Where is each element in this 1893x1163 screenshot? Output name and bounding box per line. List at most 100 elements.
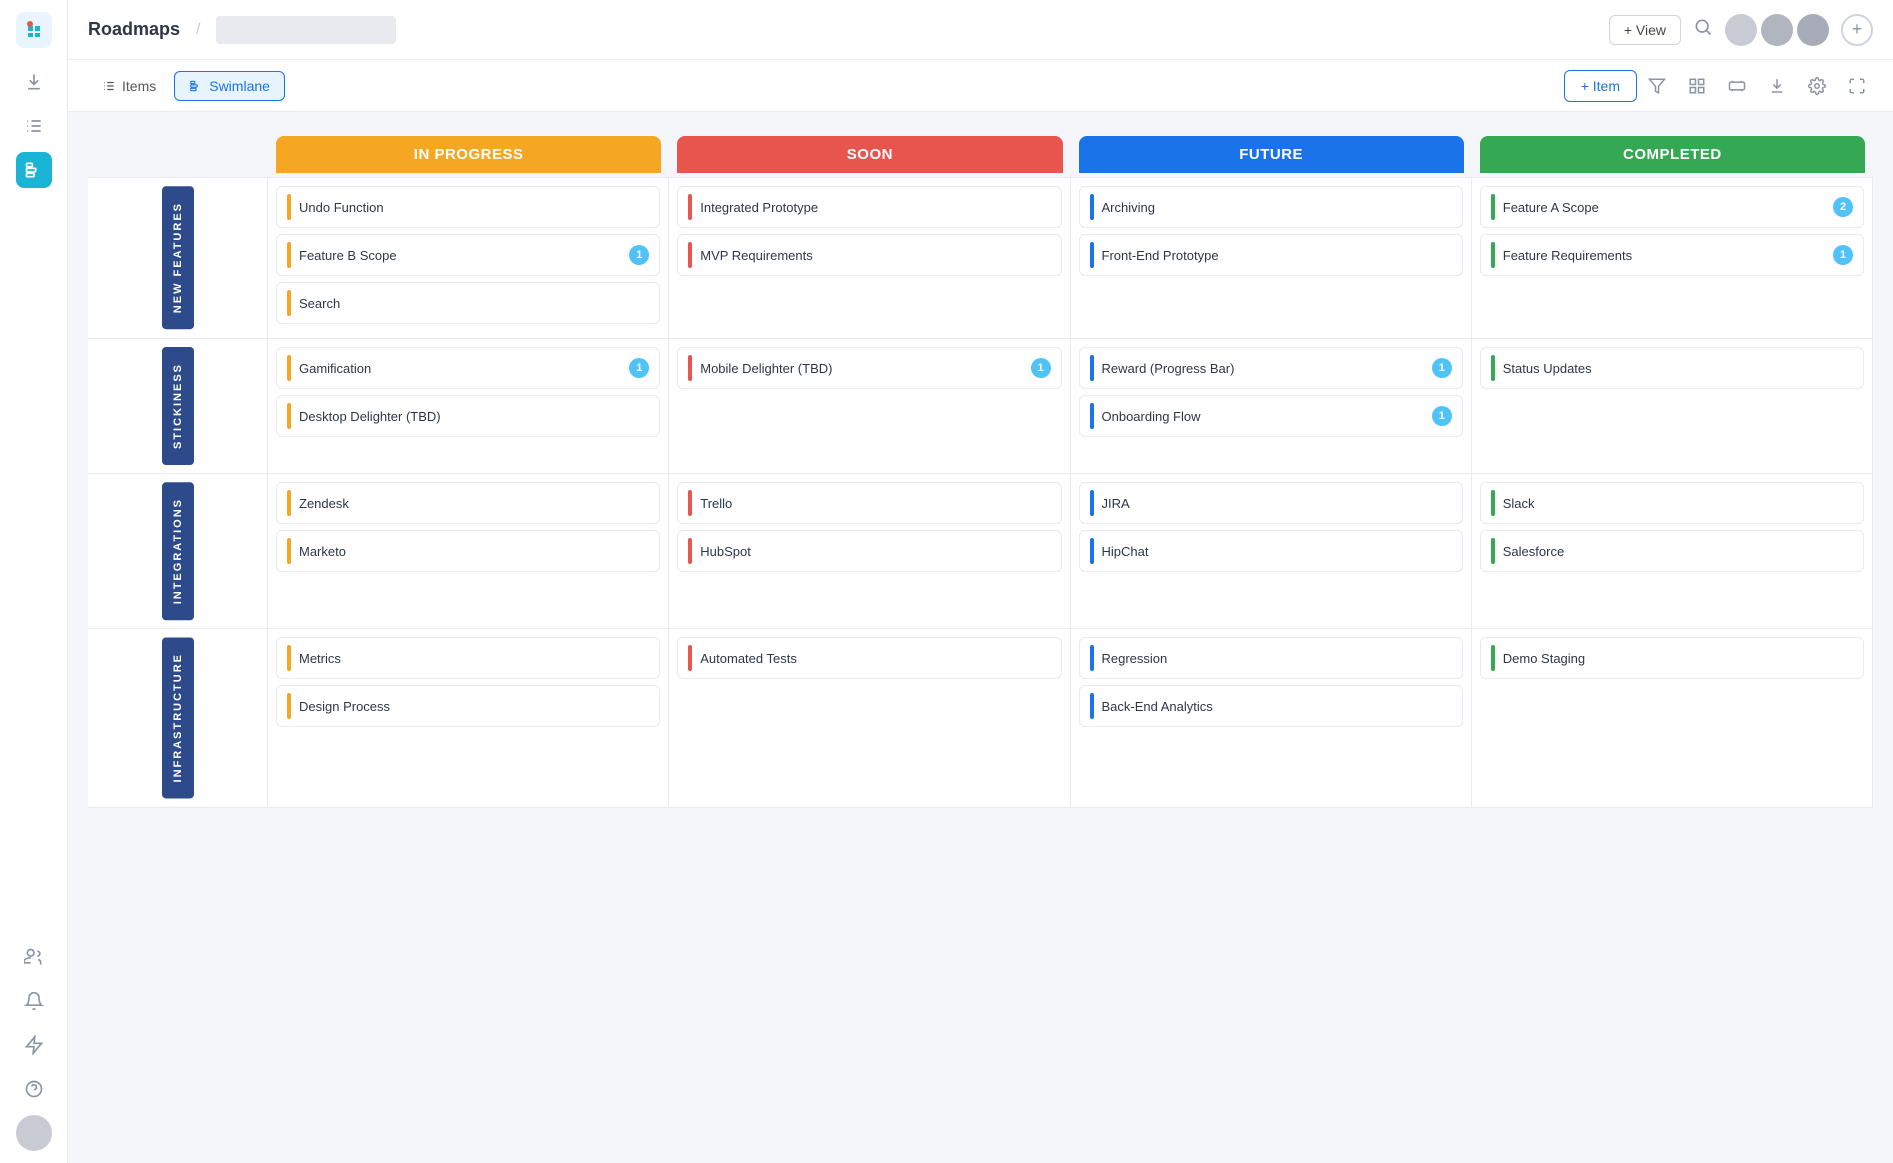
card-badge: 1 — [1432, 358, 1452, 378]
row-label-text-new-features: NEW FEATURES — [162, 186, 194, 329]
add-view-button[interactable]: + View — [1609, 15, 1681, 45]
card-item[interactable]: Slack — [1480, 482, 1864, 524]
app-logo[interactable] — [16, 12, 52, 48]
card-text: Search — [299, 296, 649, 311]
view-settings-icon[interactable] — [1681, 70, 1713, 102]
card-item[interactable]: Front-End Prototype — [1079, 234, 1463, 276]
user-avatar-2[interactable] — [1761, 14, 1793, 46]
card-text: Metrics — [299, 651, 649, 666]
card-accent — [287, 290, 291, 316]
card-accent — [1090, 355, 1094, 381]
cell-integrations-future: JIRA HipChat — [1071, 474, 1472, 629]
card-item[interactable]: Status Updates — [1480, 347, 1864, 389]
card-accent — [688, 538, 692, 564]
sidebar-lightning-icon[interactable] — [16, 1027, 52, 1063]
card-item[interactable]: Back-End Analytics — [1079, 685, 1463, 727]
card-item[interactable]: Feature B Scope1 — [276, 234, 660, 276]
card-item[interactable]: Mobile Delighter (TBD)1 — [677, 347, 1061, 389]
card-accent — [287, 693, 291, 719]
row-label-new-features: NEW FEATURES — [88, 178, 268, 339]
card-accent — [1090, 693, 1094, 719]
card-accent — [688, 490, 692, 516]
sidebar-download-icon[interactable] — [16, 64, 52, 100]
card-text: HubSpot — [700, 544, 1050, 559]
card-text: Onboarding Flow — [1102, 409, 1424, 424]
sidebar-list-icon[interactable] — [16, 108, 52, 144]
card-item[interactable]: HubSpot — [677, 530, 1061, 572]
cell-new-features-completed: Feature A Scope2 Feature Requirements1 — [1472, 178, 1873, 339]
cell-new-features-soon: Integrated Prototype MVP Requirements — [669, 178, 1070, 339]
card-accent — [688, 645, 692, 671]
card-item[interactable]: Automated Tests — [677, 637, 1061, 679]
card-item[interactable]: Feature Requirements1 — [1480, 234, 1864, 276]
card-badge: 1 — [1432, 406, 1452, 426]
card-item[interactable]: Archiving — [1079, 186, 1463, 228]
cell-stickiness-completed: Status Updates — [1472, 339, 1873, 474]
card-item[interactable]: Regression — [1079, 637, 1463, 679]
collapse-icon[interactable] — [1721, 70, 1753, 102]
fullscreen-icon[interactable] — [1841, 70, 1873, 102]
toolbar: Items Swimlane + Item — [68, 60, 1893, 112]
card-text: Design Process — [299, 699, 649, 714]
sidebar-roadmap-icon[interactable] — [16, 152, 52, 188]
settings-icon[interactable] — [1801, 70, 1833, 102]
col-header-label-in-progress: IN PROGRESS — [276, 136, 661, 173]
user-avatar-1[interactable] — [1725, 14, 1757, 46]
tab-swimlane[interactable]: Swimlane — [174, 71, 285, 101]
card-badge: 1 — [1031, 358, 1051, 378]
card-badge: 1 — [1833, 245, 1853, 265]
sidebar-user-avatar[interactable] — [16, 1115, 52, 1151]
card-text: MVP Requirements — [700, 248, 1050, 263]
add-member-button[interactable]: + — [1841, 14, 1873, 46]
cell-integrations-soon: Trello HubSpot — [669, 474, 1070, 629]
card-text: Marketo — [299, 544, 649, 559]
card-item[interactable]: Integrated Prototype — [677, 186, 1061, 228]
add-item-button[interactable]: + Item — [1564, 70, 1637, 102]
card-accent — [1090, 645, 1094, 671]
sidebar-user-add-icon[interactable] — [16, 939, 52, 975]
row-label-text-infrastructure: INFRASTRUCTURE — [162, 637, 194, 798]
card-item[interactable]: Undo Function — [276, 186, 660, 228]
cell-stickiness-soon: Mobile Delighter (TBD)1 — [669, 339, 1070, 474]
card-item[interactable]: Marketo — [276, 530, 660, 572]
cell-infrastructure-in-progress: Metrics Design Process — [268, 629, 669, 807]
export-icon[interactable] — [1761, 70, 1793, 102]
card-badge: 2 — [1833, 197, 1853, 217]
card-accent — [1090, 490, 1094, 516]
card-item[interactable]: JIRA — [1079, 482, 1463, 524]
sidebar-bell-icon[interactable] — [16, 983, 52, 1019]
row-label-stickiness: STICKINESS — [88, 339, 268, 474]
tab-items-label: Items — [122, 78, 156, 94]
card-accent — [287, 490, 291, 516]
cell-integrations-in-progress: Zendesk Marketo — [268, 474, 669, 629]
breadcrumb-input[interactable] — [216, 16, 396, 44]
card-item[interactable]: Demo Staging — [1480, 637, 1864, 679]
card-item[interactable]: Feature A Scope2 — [1480, 186, 1864, 228]
cell-new-features-in-progress: Undo Function Feature B Scope1 Search — [268, 178, 669, 339]
col-header-label-future: FUTURE — [1079, 136, 1464, 173]
tab-items[interactable]: Items — [88, 72, 170, 100]
col-header-future: FUTURE — [1071, 132, 1472, 178]
main-content: Roadmaps / + View + Items Swimlane + Ite… — [68, 0, 1893, 1163]
card-item[interactable]: HipChat — [1079, 530, 1463, 572]
search-icon[interactable] — [1693, 17, 1713, 42]
card-item[interactable]: Zendesk — [276, 482, 660, 524]
sidebar-help-icon[interactable] — [16, 1071, 52, 1107]
cell-new-features-future: Archiving Front-End Prototype — [1071, 178, 1472, 339]
card-item[interactable]: Onboarding Flow 1 — [1079, 395, 1463, 437]
page-title: Roadmaps — [88, 19, 180, 40]
card-item[interactable]: Salesforce — [1480, 530, 1864, 572]
filter-icon[interactable] — [1641, 70, 1673, 102]
col-header-in-progress: IN PROGRESS — [268, 132, 669, 178]
col-header-label-soon: SOON — [677, 136, 1062, 173]
card-item[interactable]: Desktop Delighter (TBD) — [276, 395, 660, 437]
card-item[interactable]: MVP Requirements — [677, 234, 1061, 276]
card-item[interactable]: Reward (Progress Bar) 1 — [1079, 347, 1463, 389]
card-item[interactable]: Metrics — [276, 637, 660, 679]
card-text: Reward (Progress Bar) — [1102, 361, 1424, 376]
card-item[interactable]: Trello — [677, 482, 1061, 524]
user-avatar-3[interactable] — [1797, 14, 1829, 46]
card-item[interactable]: Search — [276, 282, 660, 324]
card-item[interactable]: Gamification1 — [276, 347, 660, 389]
card-item[interactable]: Design Process — [276, 685, 660, 727]
